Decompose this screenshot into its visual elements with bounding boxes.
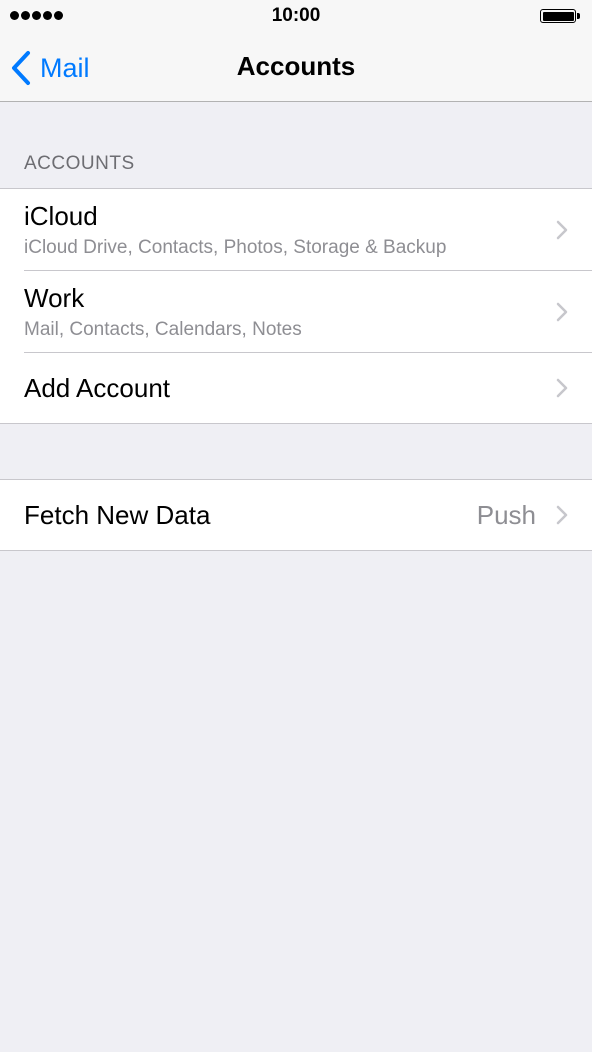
chevron-right-icon [556, 302, 568, 322]
status-time: 10:00 [271, 5, 321, 26]
fetch-new-data-row[interactable]: Fetch New Data Push [0, 480, 592, 550]
page-title: Accounts [236, 51, 356, 81]
fetch-settings-list: Fetch New Data Push [0, 479, 592, 551]
battery-icon [540, 9, 582, 23]
account-row-icloud[interactable]: iCloud iCloud Drive, Contacts, Photos, S… [0, 189, 592, 271]
fetch-new-data-value: Push [476, 500, 536, 530]
add-account-row[interactable]: Add Account [0, 353, 592, 423]
battery-fill [542, 11, 574, 21]
account-subtitle: iCloud Drive, Contacts, Photos, Storage … [24, 237, 447, 258]
chevron-right-icon [556, 505, 568, 525]
navigation-bar: Mail Accounts [0, 34, 592, 102]
battery-tip [577, 13, 580, 19]
status-bar: 10:00 [0, 0, 592, 34]
add-account-label: Add Account [24, 373, 170, 403]
section-header-accounts: ACCOUNTS [24, 153, 135, 174]
battery-body [540, 9, 576, 23]
account-subtitle: Mail, Contacts, Calendars, Notes [24, 319, 302, 340]
account-title: iCloud [24, 201, 98, 231]
chevron-right-icon [556, 220, 568, 240]
chevron-right-icon [556, 378, 568, 398]
account-row-work[interactable]: Work Mail, Contacts, Calendars, Notes [0, 271, 592, 353]
account-title: Work [24, 283, 85, 313]
fetch-new-data-label: Fetch New Data [24, 500, 211, 530]
accounts-list: iCloud iCloud Drive, Contacts, Photos, S… [0, 188, 592, 424]
